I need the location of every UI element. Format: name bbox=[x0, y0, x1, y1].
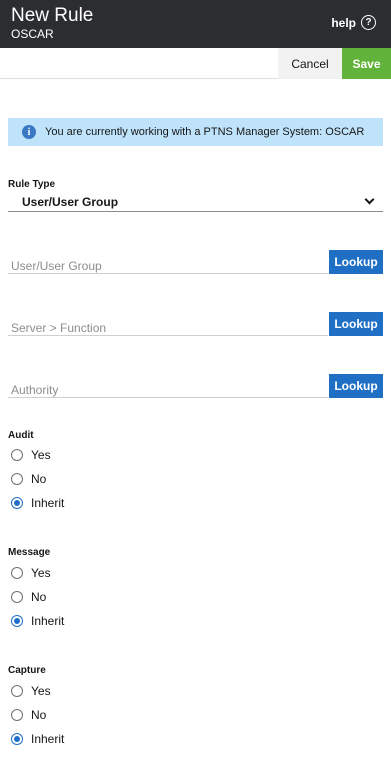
question-circle-icon: ? bbox=[361, 15, 376, 30]
info-icon: i bbox=[22, 125, 36, 139]
chevron-down-icon bbox=[364, 194, 375, 205]
message-no-radio[interactable]: No bbox=[11, 590, 46, 604]
message-inherit-radio[interactable]: Inherit bbox=[11, 614, 64, 628]
capture-inherit-radio[interactable]: Inherit bbox=[11, 732, 64, 746]
server-function-lookup-row: Lookup bbox=[8, 312, 383, 336]
authority-lookup-button[interactable]: Lookup bbox=[329, 374, 383, 398]
radio-label: Inherit bbox=[31, 614, 65, 628]
capture-no-radio[interactable]: No bbox=[11, 708, 46, 722]
radio-unchecked-icon bbox=[11, 473, 23, 485]
radio-label: No bbox=[31, 590, 47, 604]
radio-unchecked-icon bbox=[11, 591, 23, 603]
radio-checked-icon bbox=[11, 733, 23, 745]
authority-lookup-row: Lookup bbox=[8, 374, 383, 398]
radio-unchecked-icon bbox=[11, 567, 23, 579]
radio-label: Yes bbox=[31, 448, 51, 462]
user-group-input[interactable] bbox=[8, 250, 328, 274]
audit-inherit-radio[interactable]: Inherit bbox=[11, 496, 64, 510]
capture-label: Capture bbox=[8, 665, 46, 676]
radio-unchecked-icon bbox=[11, 709, 23, 721]
radio-label: Inherit bbox=[31, 496, 65, 510]
radio-unchecked-icon bbox=[11, 685, 23, 697]
user-group-lookup-row: Lookup bbox=[8, 250, 383, 274]
info-banner: i You are currently working with a PTNS … bbox=[8, 118, 383, 146]
audit-no-radio[interactable]: No bbox=[11, 472, 46, 486]
rule-type-label: Rule Type bbox=[8, 179, 56, 190]
radio-label: No bbox=[31, 472, 47, 486]
save-button[interactable]: Save bbox=[342, 48, 391, 79]
help-label: help bbox=[331, 15, 356, 30]
rule-type-select[interactable]: User/User Group bbox=[8, 193, 383, 212]
radio-unchecked-icon bbox=[11, 449, 23, 461]
user-group-lookup-button[interactable]: Lookup bbox=[329, 250, 383, 274]
radio-checked-icon bbox=[11, 615, 23, 627]
server-function-lookup-button[interactable]: Lookup bbox=[329, 312, 383, 336]
page-title: New Rule bbox=[11, 5, 94, 26]
audit-yes-radio[interactable]: Yes bbox=[11, 448, 51, 462]
radio-label: No bbox=[31, 708, 47, 722]
capture-yes-radio[interactable]: Yes bbox=[11, 684, 51, 698]
message-yes-radio[interactable]: Yes bbox=[11, 566, 51, 580]
radio-label: Inherit bbox=[31, 732, 65, 746]
help-link[interactable]: help ? bbox=[331, 15, 376, 30]
rule-type-value: User/User Group bbox=[22, 195, 119, 209]
radio-label: Yes bbox=[31, 566, 51, 580]
message-label: Message bbox=[8, 547, 51, 558]
authority-input[interactable] bbox=[8, 374, 328, 398]
radio-label: Yes bbox=[31, 684, 51, 698]
info-banner-text: You are currently working with a PTNS Ma… bbox=[45, 126, 365, 138]
server-function-input[interactable] bbox=[8, 312, 328, 336]
action-toolbar: Cancel Save bbox=[0, 48, 391, 79]
radio-checked-icon bbox=[11, 497, 23, 509]
cancel-button[interactable]: Cancel bbox=[278, 48, 342, 79]
header-bar: New Rule OSCAR help ? bbox=[0, 0, 391, 48]
system-name: OSCAR bbox=[11, 27, 54, 41]
audit-label: Audit bbox=[8, 430, 34, 441]
